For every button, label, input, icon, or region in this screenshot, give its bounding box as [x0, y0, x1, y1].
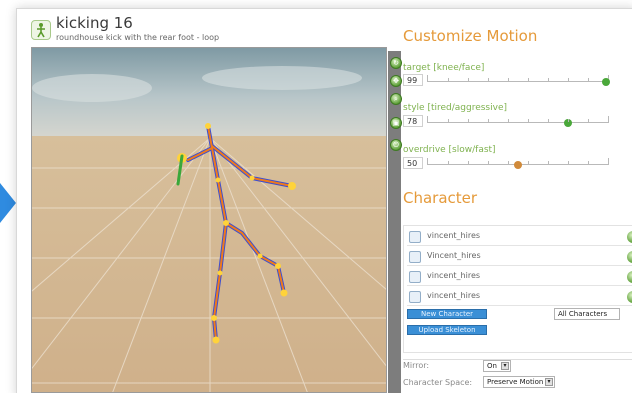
list-item[interactable]: vincent_hires: [407, 228, 632, 246]
character-icon: [409, 231, 421, 243]
mirror-label: Mirror:: [403, 361, 430, 370]
character-heading: Character: [403, 189, 478, 207]
slider-tick: [468, 119, 469, 122]
mirror-select[interactable]: On ▾: [483, 360, 511, 372]
overdrive-slider-label: overdrive [slow/fast]: [403, 145, 496, 155]
select-character-icon[interactable]: [627, 251, 632, 263]
select-character-icon[interactable]: [627, 271, 632, 283]
style-slider[interactable]: [427, 116, 609, 127]
slider-tick: [588, 119, 589, 122]
slider-tick: [588, 78, 589, 81]
divider: [403, 359, 632, 360]
character-space-label: Character Space:: [403, 378, 473, 387]
list-item[interactable]: Vincent_hires: [407, 248, 632, 266]
target-slider[interactable]: [427, 75, 610, 86]
slider-tick: [468, 161, 469, 164]
target-slider-label: target [knee/face]: [403, 63, 485, 73]
animation-title: kicking 16: [56, 14, 133, 32]
slider-tick: [548, 78, 549, 81]
slider-tick: [448, 161, 449, 164]
slider-tick: [588, 161, 589, 164]
slider-tick: [448, 78, 449, 81]
list-item[interactable]: vincent_hires: [407, 288, 632, 306]
select-character-icon[interactable]: [627, 291, 632, 303]
upload-skeleton-button[interactable]: Upload Skeleton: [407, 325, 487, 335]
slider-tick: [488, 161, 489, 164]
motion-editor-panel: kicking 16 roundhouse kick with the rear…: [16, 8, 632, 393]
target-slider-knob[interactable]: [602, 78, 610, 86]
slider-tick: [528, 119, 529, 122]
character-name: Vincent_hires: [427, 251, 481, 260]
figure-icon: [31, 20, 51, 40]
slider-tick: [468, 78, 469, 81]
slider-tick: [528, 78, 529, 81]
overdrive-slider[interactable]: [427, 158, 609, 169]
character-name: vincent_hires: [427, 271, 481, 280]
slider-tick: [508, 78, 509, 81]
slider-tick: [488, 78, 489, 81]
slider-tick: [528, 161, 529, 164]
slider-tick: [568, 78, 569, 81]
character-icon: [409, 271, 421, 283]
character-name: vincent_hires: [427, 231, 481, 240]
style-value[interactable]: 78: [403, 115, 423, 127]
chevron-down-icon[interactable]: ▾: [501, 362, 509, 370]
character-space-select[interactable]: Preserve Motion ▾: [483, 376, 555, 388]
slider-tick: [548, 119, 549, 122]
character-icon: [409, 291, 421, 303]
collapse-arrow-icon[interactable]: [0, 183, 16, 223]
camera-icon[interactable]: ▣: [390, 117, 402, 129]
slider-tick: [508, 119, 509, 122]
slider-tick: [548, 161, 549, 164]
zoom-icon[interactable]: ⌕: [390, 93, 402, 105]
style-slider-label: style [tired/aggressive]: [403, 103, 508, 113]
animation-subtitle: roundhouse kick with the rear foot - loo…: [56, 33, 220, 42]
slider-tick: [488, 119, 489, 122]
character-name: vincent_hires: [427, 291, 481, 300]
customize-motion-heading: Customize Motion: [403, 27, 538, 45]
target-value[interactable]: 99: [403, 74, 423, 86]
select-character-icon[interactable]: [627, 231, 632, 243]
overdrive-slider-knob[interactable]: [514, 161, 522, 169]
power-icon[interactable]: ⏻: [390, 139, 402, 151]
list-item[interactable]: vincent_hires: [407, 268, 632, 286]
rotate-icon[interactable]: ↻: [390, 57, 402, 69]
slider-tick: [508, 161, 509, 164]
pan-icon[interactable]: ✥: [390, 75, 402, 87]
mirror-value: On: [487, 362, 497, 370]
slider-tick: [448, 119, 449, 122]
character-icon: [409, 251, 421, 263]
character-space-value: Preserve Motion: [487, 378, 544, 386]
slider-tick: [568, 119, 569, 122]
slider-tick: [568, 161, 569, 164]
character-filter-value: All Characters: [558, 310, 608, 318]
overdrive-value[interactable]: 50: [403, 157, 423, 169]
new-character-button[interactable]: New Character: [407, 309, 487, 319]
3d-viewport[interactable]: [31, 47, 387, 393]
chevron-down-icon[interactable]: ▾: [545, 378, 553, 386]
character-filter-select[interactable]: All Characters: [554, 308, 620, 320]
